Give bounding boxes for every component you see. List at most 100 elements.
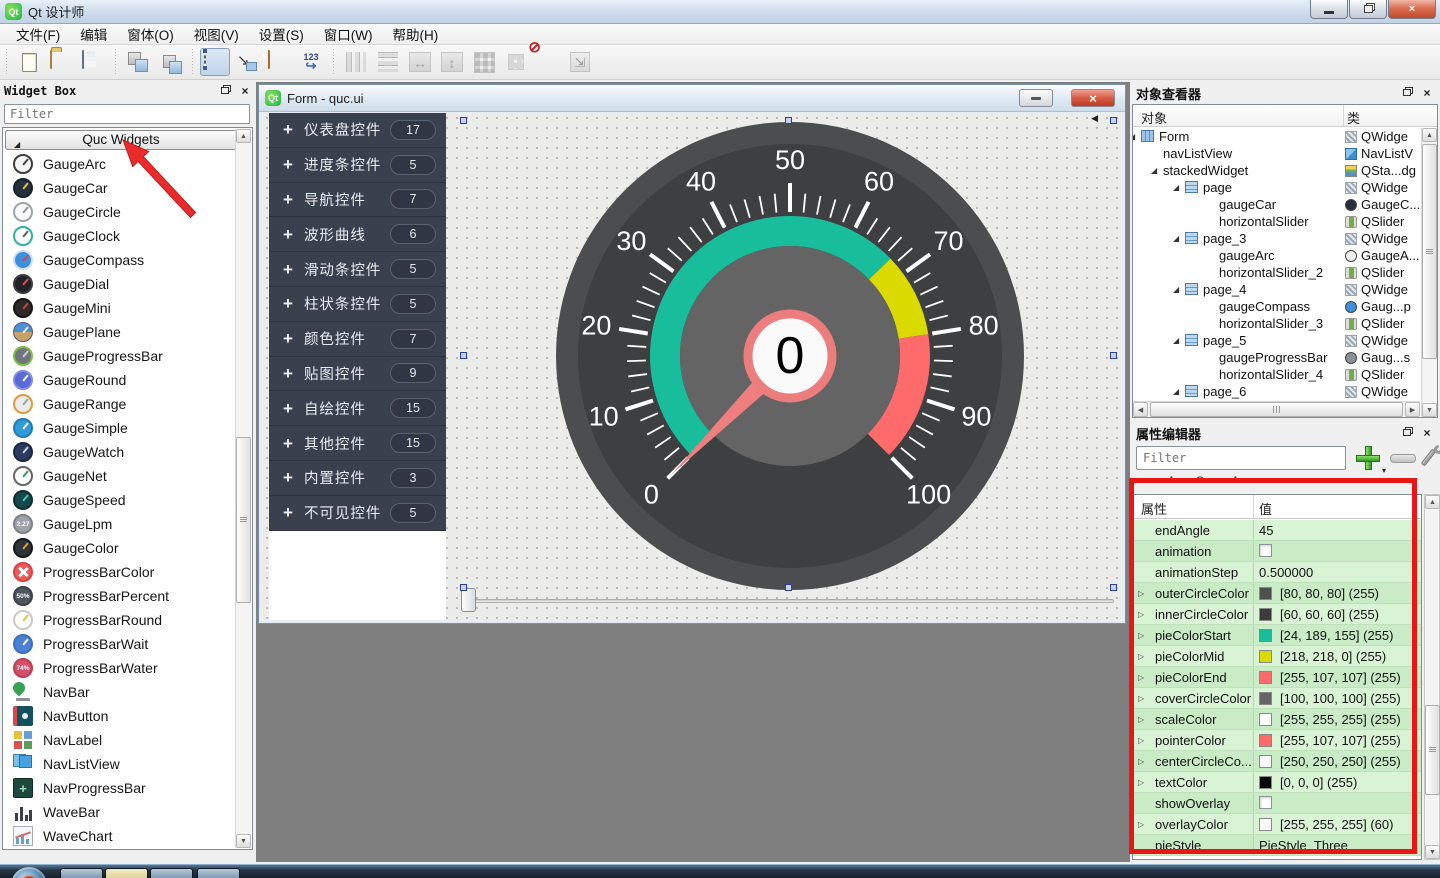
widget-item-ProgressBarColor[interactable]: ProgressBarColor	[5, 560, 237, 584]
widget-item-GaugePlane[interactable]: GaugePlane	[5, 320, 237, 344]
widget-item-WaveBar[interactable]: WaveBar	[5, 800, 237, 824]
form-close-button[interactable]: ×	[1071, 89, 1115, 107]
inspector-row-navListView[interactable]: navListViewNavListV	[1133, 145, 1420, 162]
expand-arrow-icon[interactable]: ▷	[1138, 610, 1144, 619]
layout-form-button[interactable]	[501, 48, 531, 76]
color-swatch[interactable]	[1259, 734, 1272, 747]
widget-item-GaugeArc[interactable]: GaugeArc	[5, 152, 237, 176]
widget-item-GaugeCircle[interactable]: GaugeCircle	[5, 200, 237, 224]
expand-arrow-icon[interactable]: ▷	[1138, 589, 1144, 598]
selection-handle[interactable]	[785, 584, 792, 591]
expand-arrow-icon[interactable]: ◢	[1151, 166, 1157, 175]
inspector-row-horizontalSlider[interactable]: horizontalSliderQSlider	[1133, 213, 1420, 230]
property-row-scaleColor[interactable]: ▷scaleColor[255, 255, 255] (255)	[1133, 709, 1421, 730]
widget-item-NavProgressBar[interactable]: +NavProgressBar	[5, 776, 237, 800]
widget-box-close-button[interactable]: ×	[238, 85, 252, 97]
color-swatch[interactable]	[1259, 629, 1272, 642]
start-button[interactable]	[11, 867, 47, 878]
form-canvas[interactable]: +仪表盘控件17+进度条控件5+导航控件7+波形曲线6+滑动条控件5+柱状条控件…	[262, 113, 1122, 620]
configure-property-editor-button[interactable]: ▾	[1422, 444, 1440, 472]
property-row-pointerColor[interactable]: ▷pointerColor[255, 107, 107] (255)	[1133, 730, 1421, 751]
scroll-left-icon[interactable]: ◀	[1091, 113, 1098, 124]
widget-item-ProgressBarWait[interactable]: ProgressBarWait	[5, 632, 237, 656]
widget-item-NavLabel[interactable]: NavLabel	[5, 728, 237, 752]
property-row-outerCircleColor[interactable]: ▷outerCircleColor[80, 80, 80] (255)	[1133, 583, 1421, 604]
form-minimize-button[interactable]	[1019, 89, 1053, 107]
scroll-down-icon[interactable]: ▼	[236, 834, 251, 848]
widget-item-GaugeMini[interactable]: GaugeMini	[5, 296, 237, 320]
category-quc-widgets[interactable]: ◢Quc Widgets	[5, 130, 237, 150]
nav-listview-widget[interactable]: +仪表盘控件17+进度条控件5+导航控件7+波形曲线6+滑动条控件5+柱状条控件…	[269, 113, 446, 531]
property-filter-input[interactable]	[1136, 446, 1346, 470]
inspector-vscrollbar[interactable]: ▲ ▼	[1421, 128, 1437, 417]
nav-item-其他控件[interactable]: +其他控件15	[269, 426, 446, 461]
edit-widgets-mode-button[interactable]	[200, 48, 230, 76]
nav-item-不可见控件[interactable]: +不可见控件5	[269, 496, 446, 531]
widget-item-GaugeProgressBar[interactable]: GaugeProgressBar	[5, 344, 237, 368]
property-row-endAngle[interactable]: endAngle45	[1133, 520, 1421, 541]
menu-item-1[interactable]: 编辑	[70, 22, 117, 46]
squares-button-b[interactable]	[155, 48, 185, 76]
expand-arrow-icon[interactable]: ▷	[1138, 631, 1144, 640]
widget-item-GaugeColor[interactable]: GaugeColor	[5, 536, 237, 560]
open-form-button[interactable]	[46, 48, 76, 76]
horizontal-slider-handle[interactable]	[461, 588, 476, 612]
expand-arrow-icon[interactable]: ▷	[1138, 694, 1144, 703]
form-titlebar[interactable]: Qt Form - quc.ui ×	[259, 85, 1125, 112]
inspector-row-horizontalSlider_2[interactable]: horizontalSlider_2QSlider	[1133, 264, 1420, 281]
widget-item-GaugeWatch[interactable]: GaugeWatch	[5, 440, 237, 464]
inspector-row-page_4[interactable]: ◢page_4QWidge	[1133, 281, 1420, 298]
inspector-row-horizontalSlider_4[interactable]: horizontalSlider_4QSlider	[1133, 366, 1420, 383]
inspector-row-Form[interactable]: ◢FormQWidge	[1133, 128, 1420, 145]
selection-handle[interactable]	[1110, 584, 1117, 591]
layout-horizontal-button[interactable]	[341, 48, 371, 76]
widget-item-GaugeCompass[interactable]: GaugeCompass	[5, 248, 237, 272]
scroll-up-icon[interactable]: ▲	[1422, 128, 1437, 142]
scrollbar-thumb[interactable]	[1425, 705, 1440, 795]
menu-item-3[interactable]: 视图(V)	[184, 22, 249, 46]
nav-item-内置控件[interactable]: +内置控件3	[269, 461, 446, 496]
taskbar-app-button[interactable]	[150, 868, 193, 878]
break-layout-button[interactable]	[533, 48, 563, 76]
widget-item-GaugeCar[interactable]: GaugeCar	[5, 176, 237, 200]
property-row-coverCircleColor[interactable]: ▷coverCircleColor[100, 100, 100] (255)	[1133, 688, 1421, 709]
property-row-pieColorStart[interactable]: ▷pieColorStart[24, 189, 155] (255)	[1133, 625, 1421, 646]
gauge-arc-widget[interactable]: 01020304050607080901000	[550, 116, 1030, 596]
inspector-row-gaugeCar[interactable]: gaugeCarGaugeC...	[1133, 196, 1420, 213]
scrollbar-thumb[interactable]	[1150, 402, 1403, 417]
widget-item-ProgressBarRound[interactable]: ProgressBarRound	[5, 608, 237, 632]
inspector-row-page_6[interactable]: ◢page_6QWidge	[1133, 383, 1420, 400]
inspector-row-stackedWidget[interactable]: ◢stackedWidgetQSta...dg	[1133, 162, 1420, 179]
expand-arrow-icon[interactable]: ▷	[1138, 715, 1144, 724]
expand-arrow-icon[interactable]: ◢	[1173, 183, 1179, 192]
widget-item-GaugeLpm[interactable]: 2.27GaugeLpm	[5, 512, 237, 536]
layout-vertical-button[interactable]	[373, 48, 403, 76]
menu-item-2[interactable]: 窗体(O)	[117, 22, 184, 46]
scroll-right-icon[interactable]: ▶	[1405, 402, 1420, 417]
widget-item-GaugeRange[interactable]: GaugeRange	[5, 392, 237, 416]
widget-item-ProgressBarPercent[interactable]: 50%ProgressBarPercent	[5, 584, 237, 608]
widget-item-GaugeRound[interactable]: GaugeRound	[5, 368, 237, 392]
color-swatch[interactable]	[1259, 755, 1272, 768]
inspector-row-page_5[interactable]: ◢page_5QWidge	[1133, 332, 1420, 349]
property-row-pieColorEnd[interactable]: ▷pieColorEnd[255, 107, 107] (255)	[1133, 667, 1421, 688]
scrollbar-thumb[interactable]	[236, 437, 251, 603]
adjust-size-button[interactable]: ⇲	[565, 48, 595, 76]
expand-arrow-icon[interactable]: ◢	[1173, 234, 1179, 243]
menu-item-0[interactable]: 文件(F)	[6, 22, 70, 46]
expand-arrow-icon[interactable]: ▷	[1138, 673, 1144, 682]
squares-button-a[interactable]	[123, 48, 153, 76]
save-form-button[interactable]	[78, 48, 108, 76]
selection-handle[interactable]	[785, 117, 792, 124]
widget-item-WaveChart[interactable]: WaveChart	[5, 824, 237, 848]
expand-arrow-icon[interactable]: ▷	[1138, 820, 1144, 829]
inspector-row-page_3[interactable]: ◢page_3QWidge	[1133, 230, 1420, 247]
selection-handle[interactable]	[460, 584, 467, 591]
layout-horizontal-splitter-button[interactable]: ↔	[405, 48, 435, 76]
property-row-centerCircleCo[interactable]: ▷centerCircleCo...[250, 250, 250] (255)	[1133, 751, 1421, 772]
property-row-textColor[interactable]: ▷textColor[0, 0, 0] (255)	[1133, 772, 1421, 793]
selection-handle[interactable]	[460, 117, 467, 124]
nav-item-自绘控件[interactable]: +自绘控件15	[269, 391, 446, 426]
property-row-pieColorMid[interactable]: ▷pieColorMid[218, 218, 0] (255)	[1133, 646, 1421, 667]
color-swatch[interactable]	[1259, 776, 1272, 789]
